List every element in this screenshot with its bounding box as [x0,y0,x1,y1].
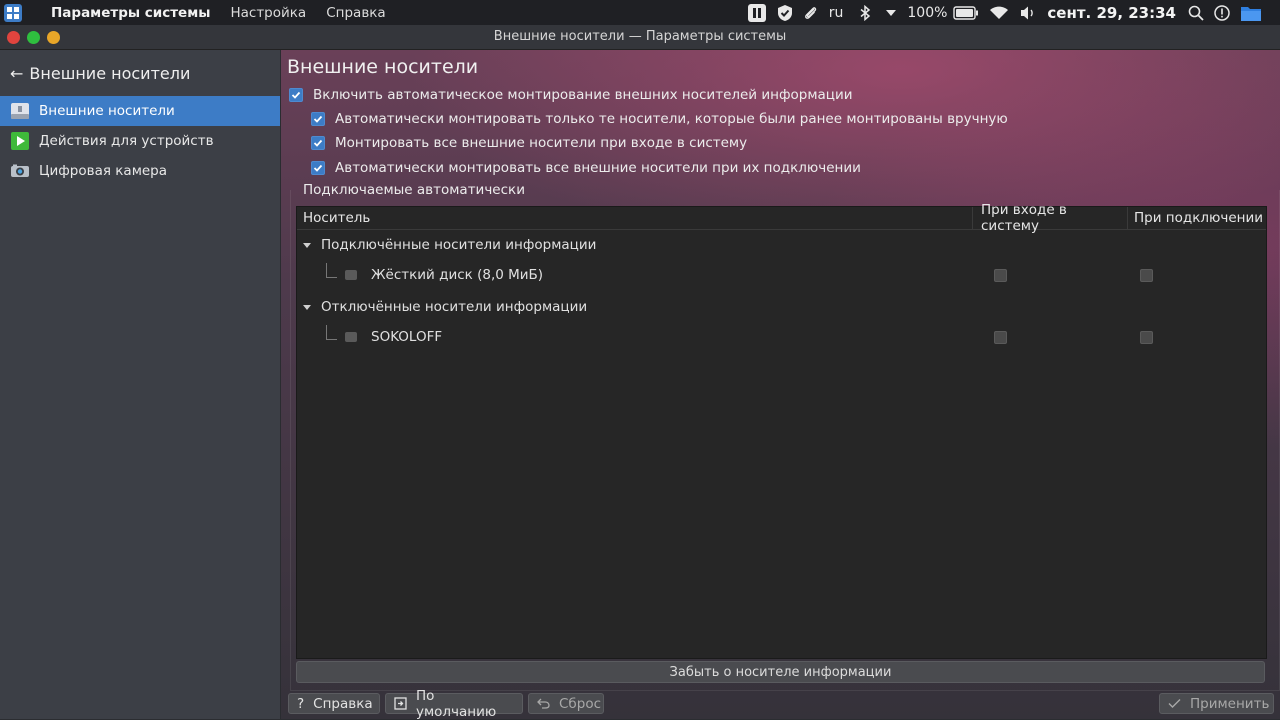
question-icon: ? [297,695,305,712]
window-title: Внешние носители — Параметры системы [493,29,787,44]
attach-checkbox[interactable] [1140,331,1153,344]
tree-branch-line [326,263,337,278]
battery-icon[interactable] [953,0,979,25]
login-checkbox[interactable] [994,331,1007,344]
help-button[interactable]: ? Справка [288,693,380,714]
expand-arrow-icon[interactable] [303,304,311,310]
hard-disk-icon [345,270,357,280]
usb-drive-icon [10,101,30,121]
check-icon [1168,698,1181,709]
tree-branch-line [326,325,337,340]
play-icon [10,131,30,151]
camera-icon [10,161,30,181]
sidebar-item-digital-camera[interactable]: Цифровая камера [0,156,280,186]
expand-arrow-icon[interactable] [303,242,311,248]
sidebar-item-external-media[interactable]: Внешние носители [0,96,280,126]
folder-icon[interactable] [1240,0,1262,25]
app-launcher-icon[interactable] [3,3,23,23]
sidebar: ← Внешние носители Внешние носители Дейс… [0,50,281,719]
tree-row-sokoloff[interactable]: SOKOLOFF [297,324,1266,350]
option-mount-on-attach[interactable]: Автоматически монтировать все внешние но… [311,160,861,176]
option-label: Автоматически монтировать только те носи… [335,111,1008,127]
main-panel: Внешние носители Включить автоматическое… [281,50,1280,720]
tree-header: Носитель При входе в систему При подключ… [297,202,1266,234]
tree-item-label: SOKOLOFF [371,329,443,345]
button-label: По умолчанию [416,687,497,720]
back-arrow-icon: ← [10,63,24,83]
search-icon[interactable] [1188,0,1204,25]
checkbox-checked[interactable] [289,88,303,102]
volume-icon[interactable] [1019,0,1037,25]
option-enable-automount[interactable]: Включить автоматическое монтирование вне… [289,87,853,103]
back-label: Внешние носители [29,63,191,83]
menu-settings[interactable]: Настройка [230,5,306,21]
tree-row-hard-disk[interactable]: Жёсткий диск (8,0 МиБ) [297,262,1266,288]
column-header-attach[interactable]: При подключении [1127,207,1266,229]
defaults-icon [394,697,407,710]
sidebar-item-device-actions[interactable]: Действия для устройств [0,126,280,156]
tree-item-label: Жёсткий диск (8,0 МиБ) [371,267,544,283]
bluetooth-icon[interactable] [859,0,871,25]
dropdown-arrow-icon[interactable] [885,0,897,25]
notifications-icon[interactable] [1214,0,1230,25]
usb-drive-icon [345,332,357,342]
wifi-icon[interactable] [989,0,1009,25]
column-header-media[interactable]: Носитель [297,210,972,226]
attach-checkbox[interactable] [1140,269,1153,282]
button-label: Применить [1190,695,1270,712]
defaults-button[interactable]: По умолчанию [385,688,523,720]
forget-media-button[interactable]: Забыть о носителе информации [296,661,1265,683]
tree-group-connected[interactable]: Подключённые носители информации [297,232,1266,258]
checkbox-checked[interactable] [311,136,325,150]
battery-percent: 100% [907,4,948,21]
option-label: Автоматически монтировать все внешние но… [335,160,861,176]
option-only-previously-mounted[interactable]: Автоматически монтировать только те носи… [311,111,1008,127]
option-label: Включить автоматическое монтирование вне… [313,87,853,103]
tree-group-label: Отключённые носители информации [321,299,588,315]
sidebar-item-label: Внешние носители [39,103,175,119]
page-title: Внешние носители [287,56,479,78]
media-tree[interactable]: Носитель При входе в систему При подключ… [296,202,1267,659]
apply-button[interactable]: Применить [1159,693,1274,714]
keyboard-layout-indicator[interactable]: ru [829,0,844,25]
button-label: Сброс [559,695,602,712]
paperclip-icon[interactable] [803,0,819,25]
undo-icon [537,698,550,709]
login-checkbox[interactable] [994,269,1007,282]
top-panel: Параметры системы Настройка Справка ru 1… [0,0,1280,25]
sidebar-item-label: Действия для устройств [39,133,214,149]
option-label: Монтировать все внешние носители при вхо… [335,135,748,151]
menu-help[interactable]: Справка [326,5,385,21]
tree-group-label: Подключённые носители информации [321,237,597,253]
reset-button[interactable]: Сброс [528,693,604,714]
button-label: Справка [313,695,373,712]
shield-icon[interactable] [777,0,793,25]
option-mount-on-login[interactable]: Монтировать все внешние носители при вхо… [311,135,747,151]
pause-icon[interactable] [747,0,767,25]
checkbox-checked[interactable] [311,161,325,175]
clock[interactable]: сент. 29, 23:34 [1047,4,1176,22]
sidebar-item-label: Цифровая камера [39,163,168,179]
column-header-login[interactable]: При входе в систему [972,202,1127,234]
window-titlebar: Внешние носители — Параметры системы [0,25,1280,50]
tree-group-disconnected[interactable]: Отключённые носители информации [297,294,1266,320]
group-label: Подключаемые автоматически [303,182,525,198]
app-menu-title[interactable]: Параметры системы [51,5,210,21]
back-button[interactable]: ← Внешние носители [0,50,280,96]
checkbox-checked[interactable] [311,112,325,126]
